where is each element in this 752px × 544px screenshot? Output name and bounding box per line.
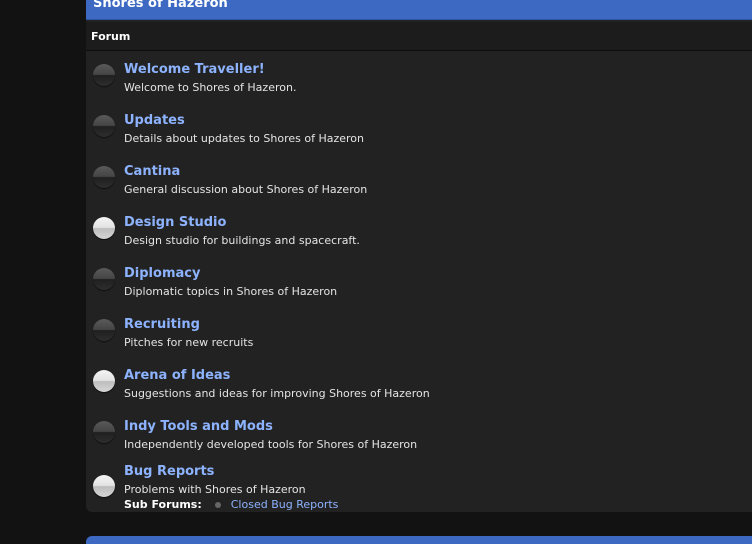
next-category-header bbox=[86, 536, 752, 544]
forum-column-label: Forum bbox=[91, 30, 131, 43]
forum-description: Design studio for buildings and spacecra… bbox=[124, 234, 360, 247]
forum-description: General discussion about Shores of Hazer… bbox=[124, 183, 368, 196]
forum-description: Welcome to Shores of Hazeron. bbox=[124, 81, 297, 94]
subforums-list: Sub Forums: Closed Bug Reports bbox=[124, 498, 338, 511]
forum-description: Suggestions and ideas for improving Shor… bbox=[124, 387, 430, 400]
forum-description: Pitches for new recruits bbox=[124, 336, 254, 349]
forum-title-link[interactable]: Updates bbox=[124, 113, 185, 128]
forum-title-link[interactable]: Design Studio bbox=[124, 215, 226, 230]
forum-title-link[interactable]: Recruiting bbox=[124, 317, 200, 332]
forum-read-icon bbox=[93, 115, 115, 137]
category-header: Shores of Hazeron bbox=[86, 0, 752, 20]
subforums-label: Sub Forums: bbox=[124, 498, 202, 511]
category-title[interactable]: Shores of Hazeron bbox=[93, 0, 228, 12]
forum-read-icon bbox=[93, 421, 115, 443]
forum-title-link[interactable]: Indy Tools and Mods bbox=[124, 419, 273, 434]
subforum-link-closed-bug-reports[interactable]: Closed Bug Reports bbox=[231, 498, 339, 511]
forum-title-link[interactable]: Bug Reports bbox=[124, 464, 214, 479]
forum-description: Problems with Shores of Hazeron bbox=[124, 483, 306, 496]
forum-description: Diplomatic topics in Shores of Hazeron bbox=[124, 285, 338, 298]
subforum-bullet-icon bbox=[215, 501, 222, 508]
forum-title-link[interactable]: Arena of Ideas bbox=[124, 368, 230, 383]
forum-unread-icon bbox=[93, 370, 115, 392]
forum-title-link[interactable]: Diplomacy bbox=[124, 266, 200, 281]
forum-title-link[interactable]: Welcome Traveller! bbox=[124, 62, 265, 77]
forum-title-link[interactable]: Cantina bbox=[124, 164, 180, 179]
forum-read-icon bbox=[93, 166, 115, 188]
forum-unread-icon bbox=[93, 217, 115, 239]
column-header: Forum bbox=[86, 22, 752, 51]
forum-unread-icon bbox=[93, 475, 115, 497]
forum-read-icon bbox=[93, 64, 115, 86]
forum-read-icon bbox=[93, 268, 115, 290]
forum-description: Independently developed tools for Shores… bbox=[124, 438, 418, 451]
forum-description: Details about updates to Shores of Hazer… bbox=[124, 132, 364, 145]
forum-read-icon bbox=[93, 319, 115, 341]
